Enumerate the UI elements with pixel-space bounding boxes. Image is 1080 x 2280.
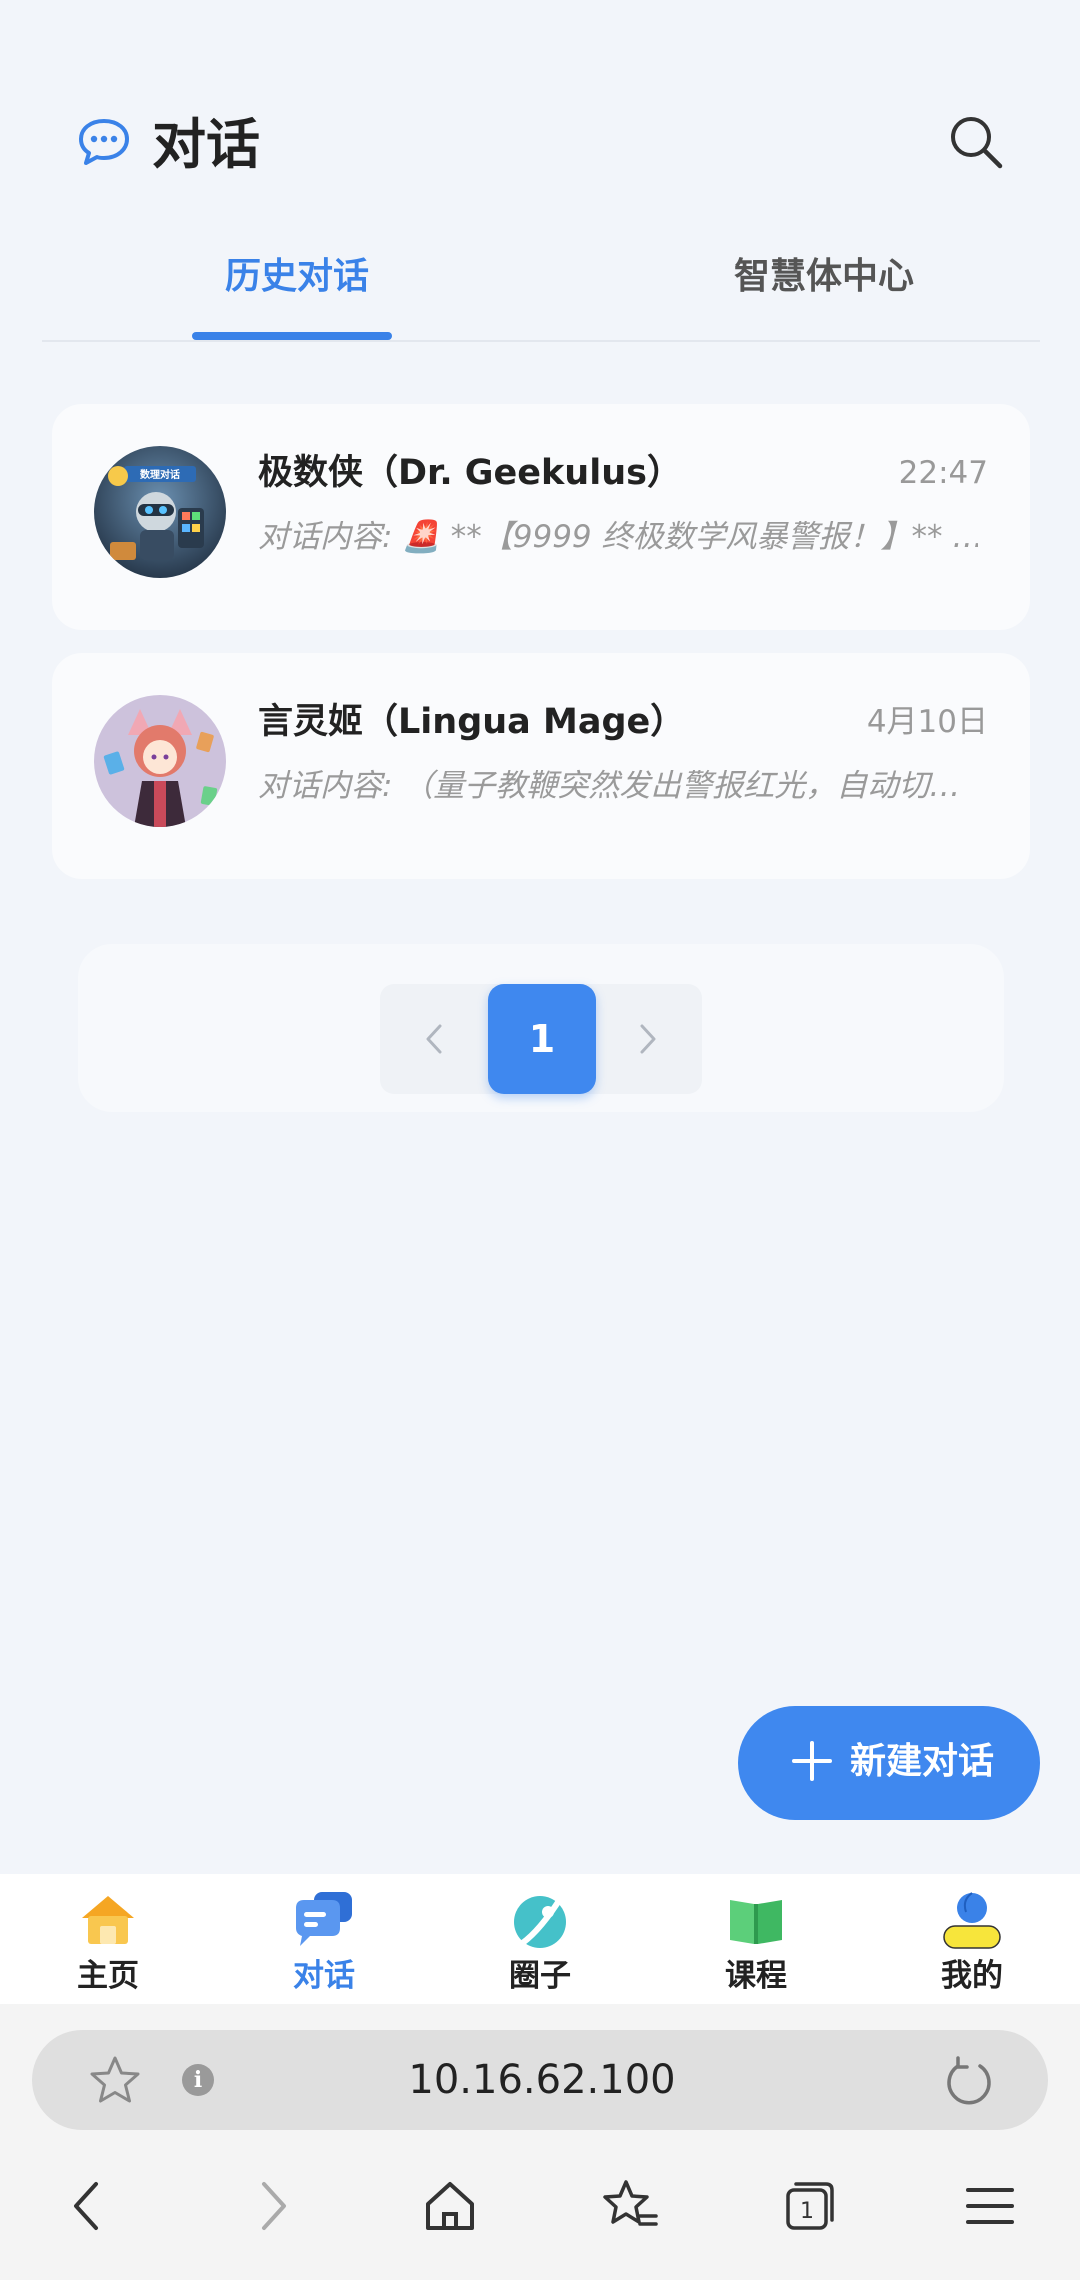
bookmark-star-icon[interactable] [88,2054,142,2106]
conversation-time: 4月10日 [866,704,988,740]
book-icon [730,1900,782,1944]
nav-label: 圈子 [509,1958,571,1994]
tab-bar: 历史对话 智慧体中心 [42,232,1040,342]
chat-bubble-icon [79,119,129,165]
home-icon [82,1896,134,1944]
new-conversation-label: 新建对话 [850,1741,995,1782]
nav-item-profile[interactable]: 我的 [864,1874,1080,2004]
plus-icon [792,1741,832,1781]
forward-icon[interactable] [242,2176,302,2236]
page-number-button[interactable]: 1 [488,984,596,1094]
conversation-preview: 对话内容: （量子教鞭突然发出警报红光，自动切… [258,768,961,804]
conversation-name: 言灵姬（Lingua Mage） [258,702,686,742]
conversation-preview: 对话内容: 🚨 **【9999 终极数学风暴警报！】** … [258,519,978,555]
url-text[interactable]: 10.16.62.100 [232,2052,852,2108]
conversation-time: 22:47 [898,455,988,491]
nav-item-circle[interactable]: 圈子 [432,1874,648,2004]
pagination-container: 1 [78,944,1004,1112]
nav-item-home[interactable]: 主页 [0,1874,216,2004]
site-info-icon[interactable]: i [182,2064,214,2096]
bookmarks-icon[interactable] [600,2176,660,2236]
search-button[interactable] [946,112,1006,172]
tab-agent-center[interactable]: 智慧体中心 [674,252,974,302]
next-page-button[interactable] [596,984,702,1094]
search-icon [951,117,1003,169]
menu-icon[interactable] [960,2176,1020,2236]
nav-item-chat[interactable]: 对话 [216,1874,432,2004]
nav-label: 主页 [77,1958,139,1994]
active-tab-indicator [192,332,392,340]
app-header: 对话 [0,0,1080,220]
address-bar[interactable]: i 10.16.62.100 [32,2030,1048,2130]
nav-label: 我的 [941,1958,1003,1994]
avatar: 数理对话 [94,446,226,578]
chevron-right-icon [640,1024,656,1054]
tab-history[interactable]: 历史对话 [192,252,402,302]
new-conversation-button[interactable]: 新建对话 [738,1706,1040,1820]
avatar-sign-text: 数理对话 [140,468,180,481]
tab-count: 1 [800,2199,814,2224]
page-title: 对话 [152,113,260,176]
tabs-icon[interactable]: 1 [780,2176,840,2236]
browser-toolbar: i 10.16.62.100 1 [0,2004,1080,2280]
home-browser-icon[interactable] [420,2176,480,2236]
chat-icon [296,1892,352,1946]
reload-icon[interactable] [942,2054,996,2108]
avatar [94,695,226,827]
conversation-name: 极数侠（Dr. Geekulus） [258,453,682,493]
nav-label: 对话 [293,1958,355,1994]
conversation-item[interactable]: 数理对话 极数侠（Dr. Geekulus） 22:47 对话内容: 🚨 **【… [52,404,1030,630]
conversation-item[interactable]: 言灵姬（Lingua Mage） 4月10日 对话内容: （量子教鞭突然发出警报… [52,653,1030,879]
back-icon[interactable] [58,2176,118,2236]
profile-icon [943,1892,1001,1949]
circle-planet-icon [514,1893,566,1949]
nav-item-course[interactable]: 课程 [648,1874,864,2004]
pagination: 1 [380,984,702,1094]
bottom-nav: 主页 对话 圈子 课程 我的 [0,1874,1080,2004]
nav-label: 课程 [725,1958,787,1994]
prev-page-button[interactable] [380,984,486,1094]
chevron-left-icon [426,1024,442,1054]
